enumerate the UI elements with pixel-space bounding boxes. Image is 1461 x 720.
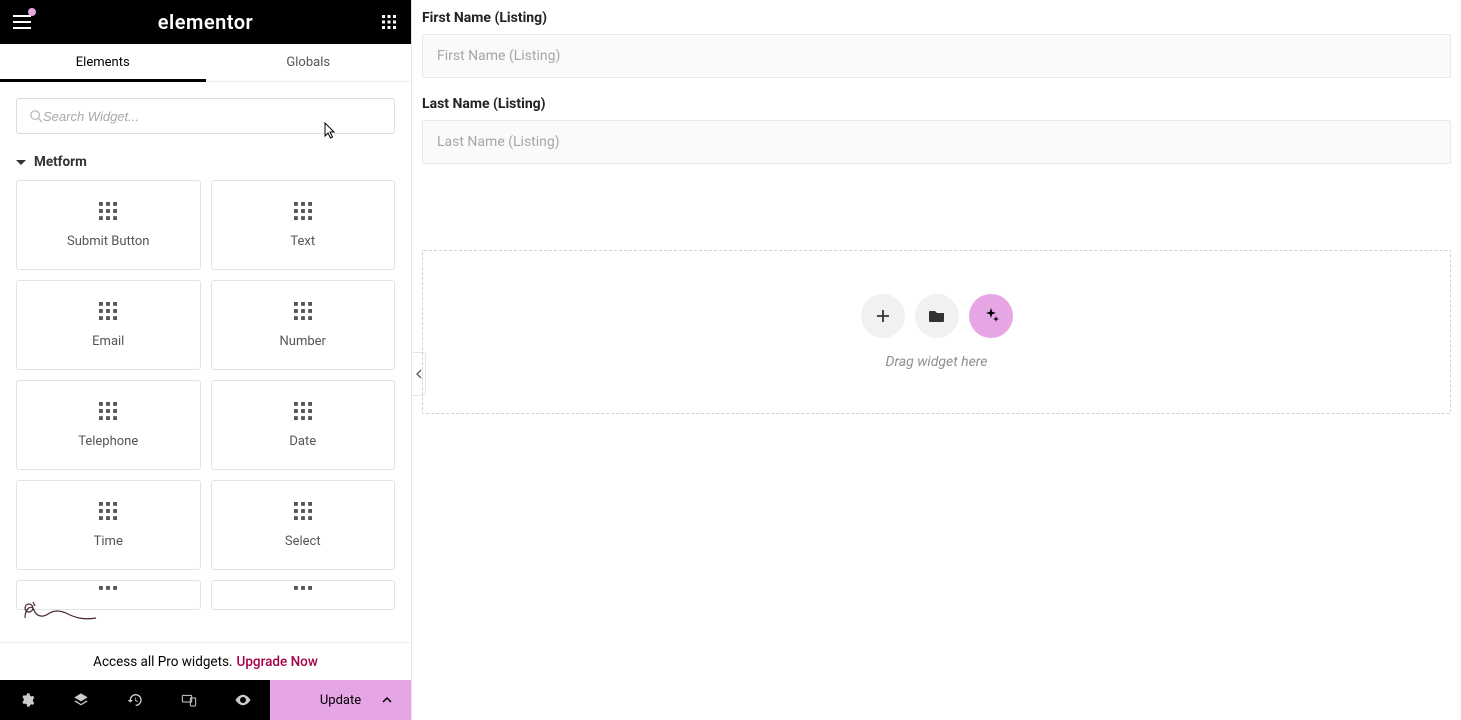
eye-icon bbox=[234, 691, 252, 709]
preview-button[interactable] bbox=[216, 680, 270, 720]
input-placeholder: First Name (Listing) bbox=[437, 48, 560, 64]
widget-icon bbox=[99, 402, 117, 420]
widgets-grid-button[interactable] bbox=[379, 12, 399, 32]
layers-icon bbox=[73, 692, 89, 708]
settings-button[interactable] bbox=[0, 680, 54, 720]
pro-promo: Access all Pro widgets. Upgrade Now bbox=[0, 642, 411, 680]
history-icon bbox=[127, 692, 143, 708]
widget-time[interactable]: Time bbox=[16, 480, 201, 570]
widget-label: Number bbox=[280, 334, 326, 349]
widget-icon bbox=[99, 586, 117, 604]
widget-label: Email bbox=[92, 334, 124, 349]
widgets-grid: Submit Button Text Email Number Telephon… bbox=[0, 180, 411, 642]
widget-label: Time bbox=[94, 534, 123, 549]
input-placeholder: Last Name (Listing) bbox=[437, 134, 560, 150]
chevron-up-icon bbox=[381, 694, 393, 706]
grid-icon bbox=[382, 15, 396, 29]
field-label: Last Name (Listing) bbox=[422, 96, 1451, 120]
widget-icon bbox=[294, 402, 312, 420]
add-template-button[interactable] bbox=[915, 294, 959, 338]
widget-icon bbox=[99, 502, 117, 520]
history-button[interactable] bbox=[108, 680, 162, 720]
logo: elementor bbox=[158, 10, 254, 34]
widget-icon bbox=[294, 202, 312, 220]
field-label: First Name (Listing) bbox=[422, 10, 1451, 34]
widget-select[interactable]: Select bbox=[211, 480, 396, 570]
responsive-button[interactable] bbox=[162, 680, 216, 720]
update-options-button[interactable] bbox=[375, 680, 399, 720]
widget-label: Text bbox=[290, 234, 315, 249]
widget-label: Submit Button bbox=[67, 234, 149, 249]
drop-zone[interactable]: Drag widget here bbox=[422, 250, 1451, 414]
widget-icon bbox=[99, 302, 117, 320]
widget-text[interactable]: Text bbox=[211, 180, 396, 270]
widget-icon bbox=[294, 586, 312, 604]
search-input[interactable] bbox=[43, 109, 382, 124]
upgrade-link[interactable]: Upgrade Now bbox=[237, 654, 318, 670]
navigator-button[interactable] bbox=[54, 680, 108, 720]
widget-icon bbox=[294, 302, 312, 320]
widget-submit-button[interactable]: Submit Button bbox=[16, 180, 201, 270]
category-title: Metform bbox=[34, 154, 87, 170]
folder-icon bbox=[929, 309, 945, 323]
search-box[interactable] bbox=[16, 98, 395, 134]
widget-hidden-2[interactable] bbox=[211, 580, 396, 610]
editor-canvas[interactable]: First Name (Listing) First Name (Listing… bbox=[412, 0, 1461, 720]
widget-label: Select bbox=[285, 534, 321, 549]
search-wrap bbox=[0, 82, 411, 150]
update-label: Update bbox=[320, 693, 361, 708]
bottom-bar: Update bbox=[0, 680, 411, 720]
sparkle-icon bbox=[982, 307, 1000, 325]
widgets-panel: elementor Elements Globals Metform Submi… bbox=[0, 0, 412, 720]
widget-telephone[interactable]: Telephone bbox=[16, 380, 201, 470]
widget-icon bbox=[99, 202, 117, 220]
widget-hidden-1[interactable] bbox=[16, 580, 201, 610]
unsaved-indicator-icon bbox=[28, 8, 36, 16]
widget-icon bbox=[294, 502, 312, 520]
first-name-input[interactable]: First Name (Listing) bbox=[422, 34, 1451, 78]
promo-text: Access all Pro widgets. bbox=[93, 654, 232, 670]
plus-icon bbox=[875, 308, 891, 324]
caret-down-icon bbox=[16, 160, 26, 165]
search-icon bbox=[29, 109, 43, 123]
category-header-metform[interactable]: Metform bbox=[0, 150, 411, 180]
tab-globals[interactable]: Globals bbox=[206, 44, 412, 81]
devices-icon bbox=[181, 692, 197, 708]
drop-zone-buttons bbox=[861, 294, 1013, 338]
hamburger-icon bbox=[13, 15, 31, 29]
widget-number[interactable]: Number bbox=[211, 280, 396, 370]
drop-zone-text: Drag widget here bbox=[886, 354, 988, 370]
panel-header: elementor bbox=[0, 0, 411, 44]
widget-label: Date bbox=[289, 434, 316, 449]
widget-label: Telephone bbox=[78, 434, 138, 449]
panel-tabs: Elements Globals bbox=[0, 44, 411, 82]
menu-button[interactable] bbox=[12, 12, 32, 32]
tab-elements[interactable]: Elements bbox=[0, 44, 206, 81]
update-button[interactable]: Update bbox=[270, 680, 411, 720]
add-section-button[interactable] bbox=[861, 294, 905, 338]
last-name-input[interactable]: Last Name (Listing) bbox=[422, 120, 1451, 164]
widget-date[interactable]: Date bbox=[211, 380, 396, 470]
widget-email[interactable]: Email bbox=[16, 280, 201, 370]
ai-button[interactable] bbox=[969, 294, 1013, 338]
gear-icon bbox=[19, 692, 35, 708]
